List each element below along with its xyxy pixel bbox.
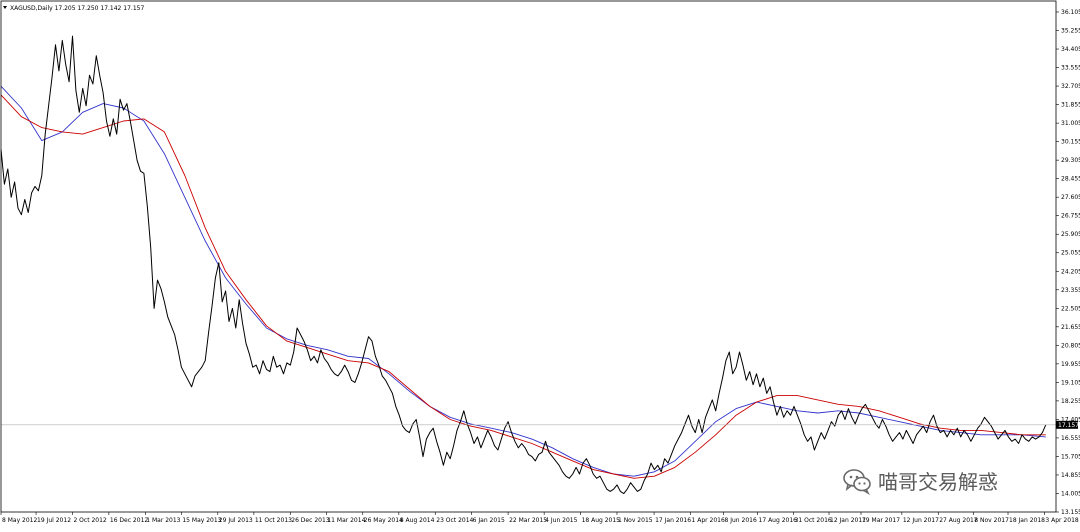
- x-tick-label: 6 Jan 2015: [473, 517, 505, 524]
- y-tick-label: 15.705: [1061, 453, 1080, 460]
- y-tick-label: 31.005: [1061, 120, 1080, 127]
- y-tick-label: 18.255: [1061, 398, 1080, 405]
- x-tick-label: 16 Dec 2012: [110, 517, 149, 524]
- y-tick-label: 27.605: [1061, 194, 1080, 201]
- x-tick-label: 8 Aug 2014: [400, 517, 435, 524]
- x-tick-label: 19 Jul 2012: [37, 517, 71, 524]
- x-tick-label: 8 Nov 2017: [974, 517, 1009, 524]
- y-tick-label: 28.455: [1061, 176, 1080, 183]
- x-tick-label: 23 Oct 2014: [436, 517, 473, 524]
- x-tick-label: 1 Mar 2013: [146, 517, 180, 524]
- x-tick-label: 1 Apr 2016: [691, 517, 724, 524]
- chart-canvas: 36.105 35.255 34.405 33.555 32.705 31.855 31.0…: [0, 0, 1080, 527]
- x-tick-label: 19 Mar 2017: [862, 517, 900, 524]
- y-tick-label: 21.655: [1061, 324, 1080, 331]
- x-tick-label: 26 Dec 2013: [291, 517, 330, 524]
- y-tick-label: 23.355: [1061, 287, 1080, 294]
- x-tick-label: 27 Aug 2017: [939, 517, 978, 524]
- x-tick-label: 15 May 2013: [182, 517, 221, 524]
- x-tick-label: 26 May 2014: [364, 517, 403, 524]
- y-tick-label: 34.405: [1061, 46, 1080, 53]
- x-tick-label: 17 Jan 2016: [655, 517, 691, 524]
- x-tick-label: 8 May 2012: [2, 517, 37, 524]
- x-tick-label: 12 Jun 2017: [903, 517, 939, 524]
- y-tick-label: 33.555: [1061, 65, 1080, 72]
- y-tick-label: 14.855: [1061, 472, 1080, 479]
- y-tick-label: 25.055: [1061, 250, 1080, 257]
- x-tick-label: 11 Oct 2013: [255, 517, 292, 524]
- x-tick-label: 3 Apr 2018: [1045, 517, 1078, 524]
- y-tick-label: 19.955: [1061, 361, 1080, 368]
- x-tick-label: 18 Aug 2015: [582, 517, 621, 524]
- x-tick-label: 4 Jun 2015: [545, 517, 577, 524]
- x-tick-label: 8 Jun 2016: [725, 517, 757, 524]
- y-tick-label: 24.205: [1061, 268, 1080, 275]
- x-tick-label: 29 Jul 2013: [219, 517, 253, 524]
- chart-background: [0, 0, 1080, 527]
- y-tick-label: 30.155: [1061, 139, 1080, 146]
- y-tick-label: 26.755: [1061, 213, 1080, 220]
- watermark: 喵哥交易解惑: [842, 464, 998, 496]
- price-chart: 36.105 35.255 34.405 33.555 32.705 31.855 31.0…: [0, 0, 1080, 527]
- wechat-bubbles-icon: [843, 469, 871, 495]
- x-tick-label: 12 Jan 2017: [830, 517, 866, 524]
- current-price-label: 17.157: [1058, 422, 1079, 429]
- x-tick-label: 18 Jan 2018: [1009, 517, 1045, 524]
- y-tick-label: 13.155: [1061, 509, 1080, 516]
- y-tick-label: 16.555: [1061, 435, 1080, 442]
- x-tick-label: 2 Oct 2012: [73, 517, 106, 524]
- y-tick-label: 31.855: [1061, 102, 1080, 109]
- x-tick-label: 17 Aug 2016: [759, 517, 798, 524]
- y-tick-label: 36.105: [1061, 9, 1080, 16]
- y-tick-label: 14.005: [1061, 490, 1080, 497]
- y-tick-label: 35.255: [1061, 28, 1080, 35]
- y-tick-label: 29.305: [1061, 157, 1080, 164]
- x-tick-label: 1 Nov 2015: [618, 517, 653, 524]
- x-tick-label: 11 Mar 2014: [327, 517, 365, 524]
- y-tick-label: 20.805: [1061, 342, 1080, 349]
- y-tick-label: 32.705: [1061, 83, 1080, 90]
- y-tick-label: 25.905: [1061, 231, 1080, 238]
- x-tick-label: 22 Mar 2015: [509, 517, 547, 524]
- x-tick-label: 31 Oct 2016: [795, 517, 832, 524]
- current-price-badge: 17.157: [1056, 420, 1079, 429]
- watermark-text: 喵哥交易解惑: [878, 469, 998, 494]
- y-tick-label: 22.505: [1061, 305, 1080, 312]
- y-tick-label: 19.105: [1061, 379, 1080, 386]
- chart-title: XAGUSD,Daily 17.205 17.250 17.142 17.157: [10, 5, 144, 12]
